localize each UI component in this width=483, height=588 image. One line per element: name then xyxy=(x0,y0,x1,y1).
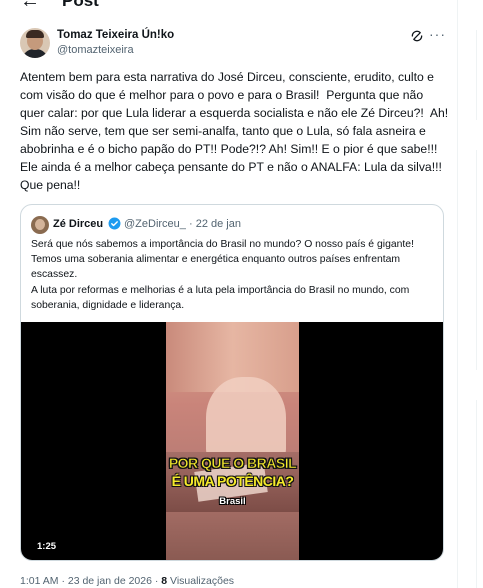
quoted-author-avatar[interactable] xyxy=(31,216,49,234)
quoted-author-handle[interactable]: @ZeDirceu_ xyxy=(124,218,186,230)
quoted-text: Será que nós sabemos a importância do Br… xyxy=(31,239,414,311)
column-divider xyxy=(457,0,458,588)
quoted-author-name[interactable]: Zé Dirceu xyxy=(53,218,103,230)
right-panel-border xyxy=(476,150,477,370)
video-caption-line1: POR QUE O BRASIL xyxy=(168,455,297,472)
views-label: Visualizações xyxy=(167,575,235,587)
video-player[interactable]: POR QUE O BRASIL É UMA POTÊNCIA? Brasil … xyxy=(21,322,443,560)
video-frame: POR QUE O BRASIL É UMA POTÊNCIA? Brasil xyxy=(166,322,299,560)
page-title: Post xyxy=(62,0,99,10)
quoted-date[interactable]: 22 de jan xyxy=(196,218,241,230)
video-duration: 1:25 xyxy=(37,541,57,552)
right-panel-border xyxy=(476,400,477,588)
video-caption-word: Brasil xyxy=(219,496,246,507)
more-options-icon[interactable]: ··· xyxy=(429,27,446,41)
arrow-left-icon[interactable]: ← xyxy=(20,0,40,11)
grok-icon[interactable] xyxy=(410,29,424,43)
top-bar: ← Post xyxy=(0,0,458,14)
author-handle[interactable]: @tomazteixeira xyxy=(57,44,134,56)
right-panel-border xyxy=(476,30,477,120)
quoted-meta: @ZeDirceu_ · 22 de jan xyxy=(124,218,241,230)
quoted-post[interactable]: Zé Dirceu @ZeDirceu_ · 22 de jan Será qu… xyxy=(20,204,444,561)
video-caption-line2: É UMA POTÊNCIA? xyxy=(171,473,294,489)
author-avatar[interactable] xyxy=(20,28,50,58)
post-text: Atentem bem para esta narrativa do José … xyxy=(20,70,452,192)
post-timestamp: 1:01 AM · 23 de jan de 2026 · 8 Visualiz… xyxy=(20,575,234,587)
post-date[interactable]: 1:01 AM · 23 de jan de 2026 · xyxy=(20,575,161,587)
author-name[interactable]: Tomaz Teixeira Ún!ko xyxy=(57,29,174,41)
verified-badge-icon xyxy=(108,217,121,230)
